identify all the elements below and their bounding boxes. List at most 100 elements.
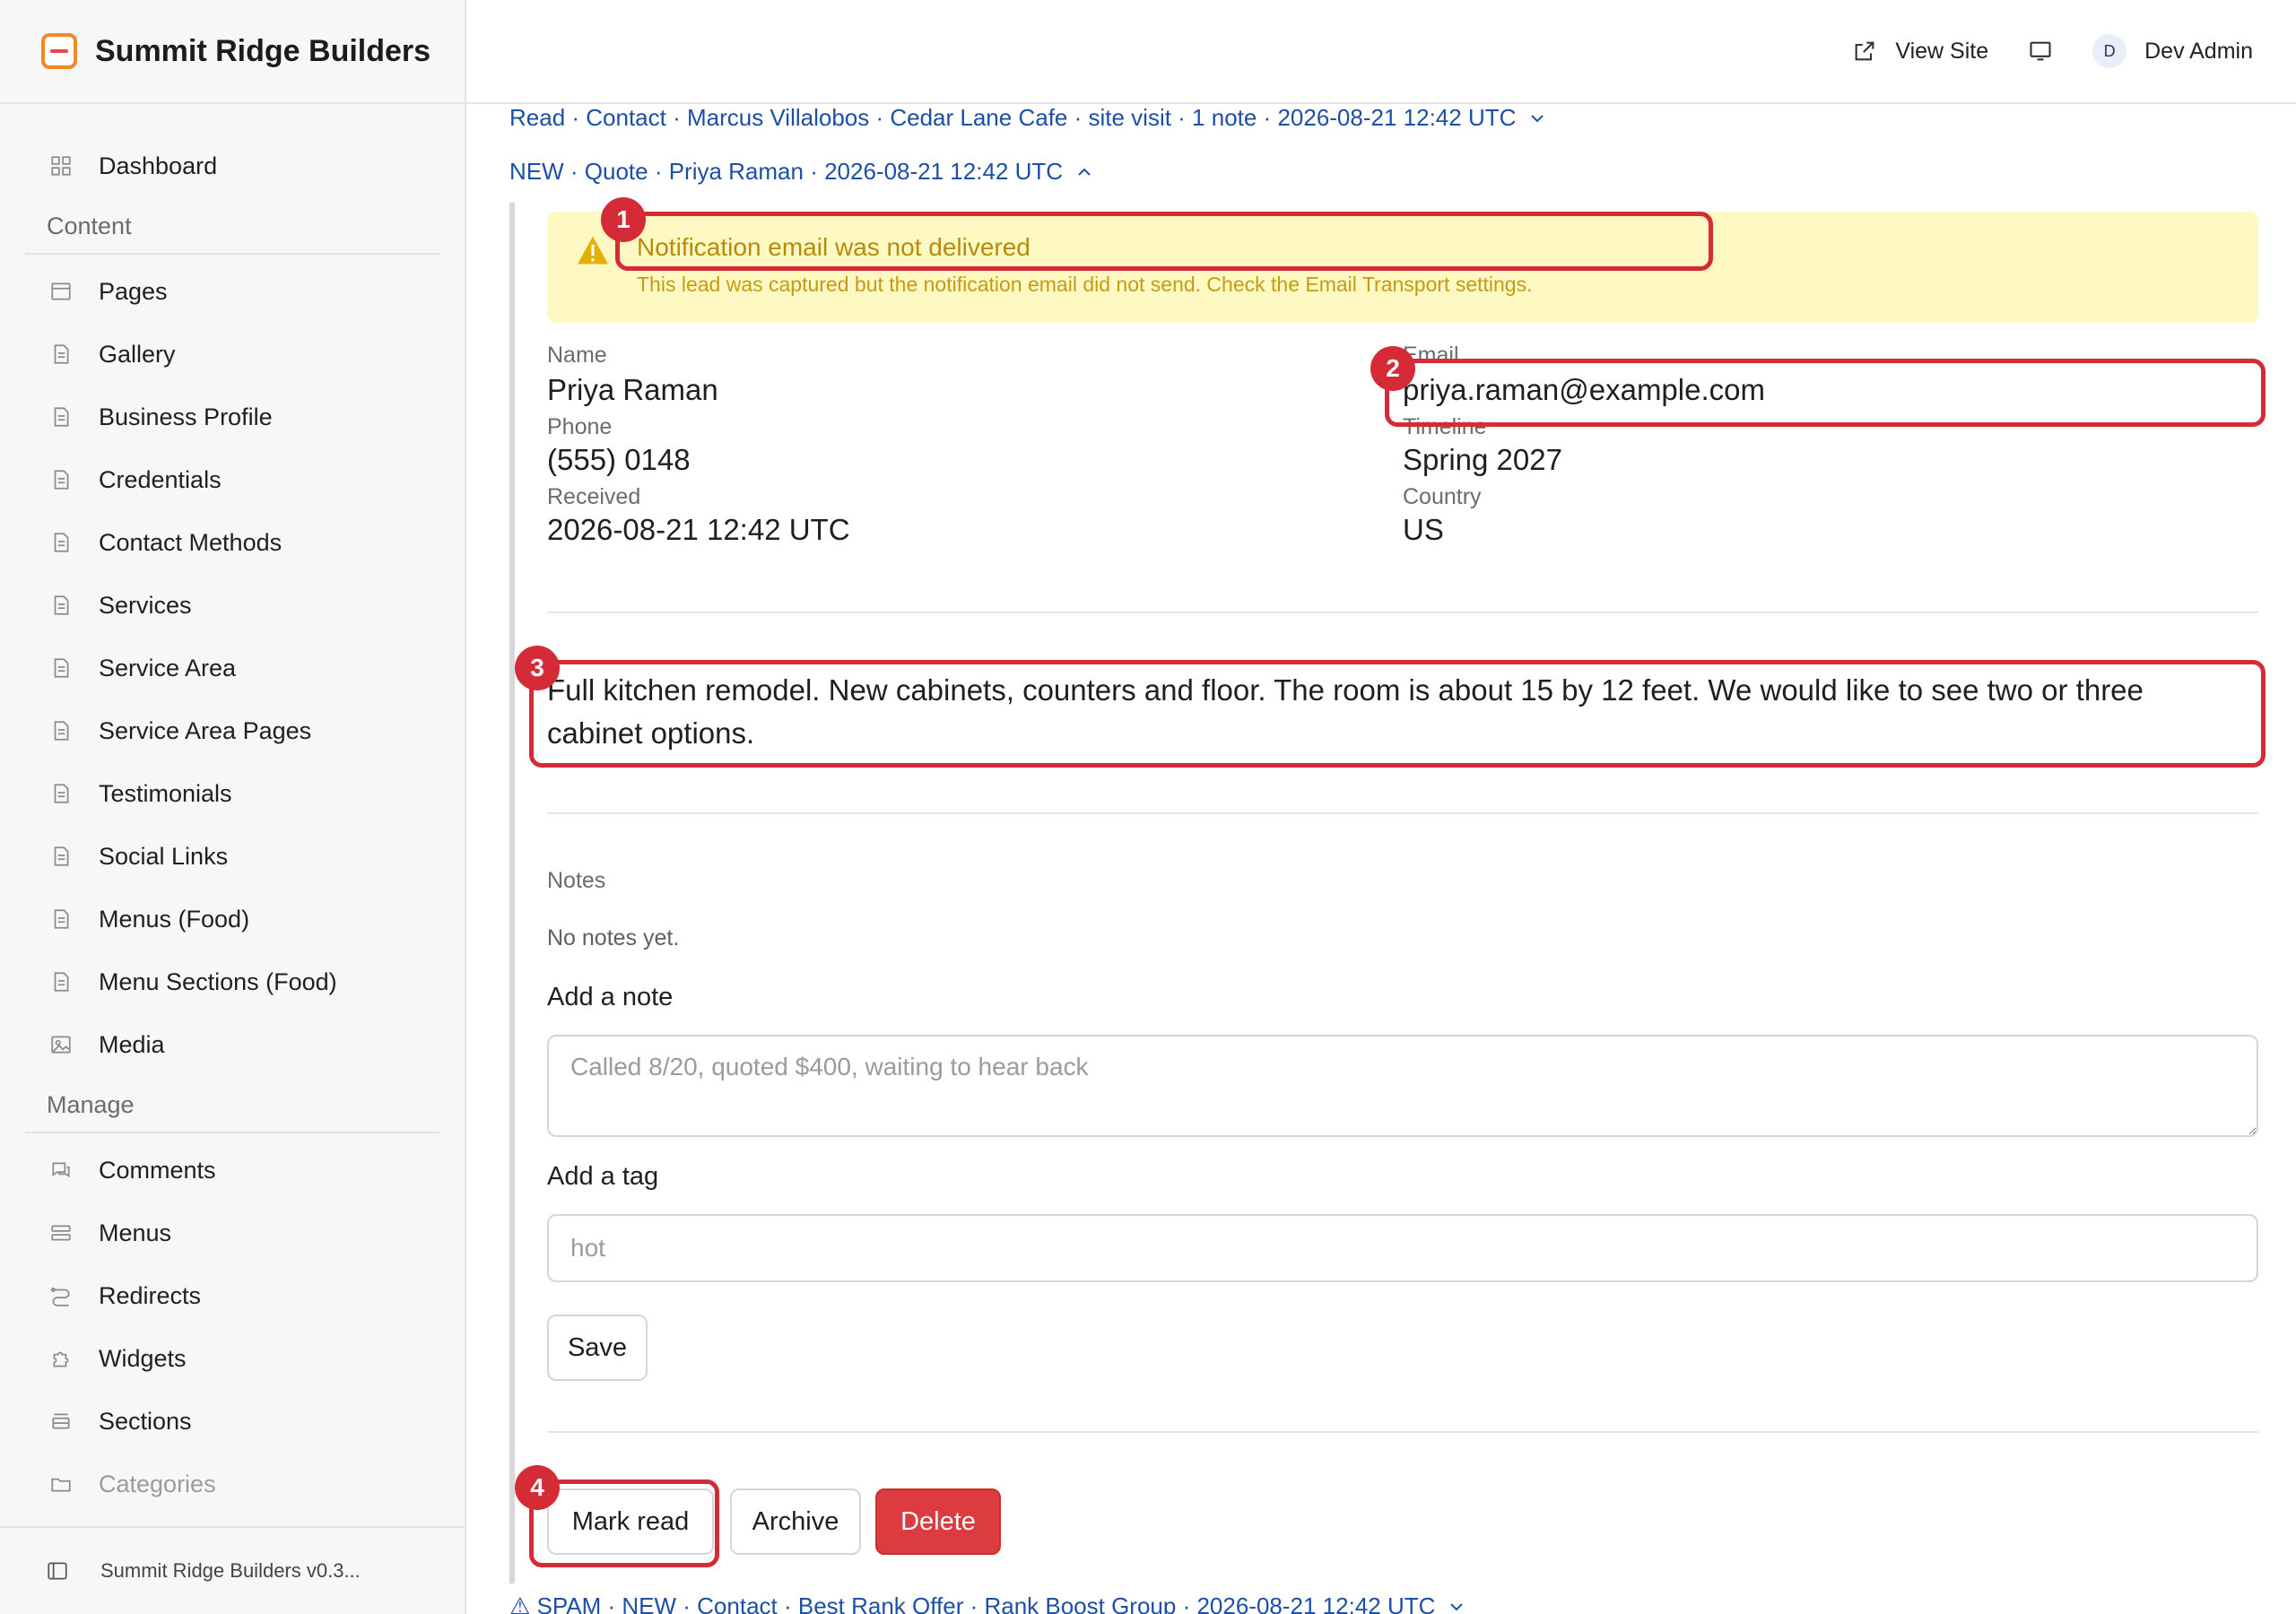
- lead-detail: Notification email was not delivered Thi…: [509, 203, 2267, 1584]
- external-link-icon: [1855, 41, 1874, 61]
- sidebar-item-label: Sections: [99, 1407, 192, 1435]
- sidebar-item-dashboard[interactable]: Dashboard: [25, 134, 439, 197]
- brand-name: Summit Ridge Builders: [95, 33, 431, 68]
- document-icon: [48, 655, 74, 681]
- alert-title: Notification email was not delivered: [637, 233, 1031, 261]
- sidebar-item-pages[interactable]: Pages: [25, 260, 439, 323]
- divider: [547, 812, 2258, 814]
- archive-button[interactable]: Archive: [730, 1488, 861, 1555]
- sidebar-item-service-area-pages[interactable]: Service Area Pages: [25, 699, 439, 762]
- image-icon: [48, 1032, 74, 1057]
- sidebar-item-label: Comments: [99, 1156, 216, 1184]
- sidebar-item-label: Redirects: [99, 1281, 202, 1309]
- sidebar-toggle-icon[interactable]: [45, 1558, 70, 1584]
- sidebar-item-media[interactable]: Media: [25, 1013, 439, 1076]
- sidebar-item-contact-methods[interactable]: Contact Methods: [25, 511, 439, 574]
- divider: [547, 612, 2258, 613]
- delete-button[interactable]: Delete: [875, 1488, 1001, 1555]
- comments-icon: [48, 1158, 74, 1183]
- lead-summary-spam[interactable]: ⚠ SPAM · NEW · Contact · Best Rank Offer…: [509, 1592, 1467, 1614]
- lead-message: Full kitchen remodel. New cabinets, coun…: [547, 673, 2144, 750]
- add-note-textarea[interactable]: [547, 1035, 2258, 1137]
- view-site-link[interactable]: View Site: [1852, 39, 1988, 65]
- menu-list-icon: [48, 1220, 74, 1245]
- page-icon: [48, 279, 74, 304]
- delivery-warning-alert: Notification email was not delivered Thi…: [547, 212, 2258, 323]
- phone-value: (555) 0148: [547, 443, 691, 476]
- sidebar-item-label: Dashboard: [99, 152, 218, 179]
- document-icon: [48, 844, 74, 869]
- user-menu[interactable]: D Dev Admin: [2092, 34, 2253, 68]
- sidebar-item-social-links[interactable]: Social Links: [25, 825, 439, 888]
- sidebar-item-label: Categories: [99, 1470, 216, 1497]
- sidebar-item-label: Contact Methods: [99, 528, 283, 556]
- email-label: Email: [1403, 343, 1459, 368]
- lead-summary-text: Read · Contact · Marcus Villalobos · Ced…: [509, 104, 1517, 131]
- user-name: Dev Admin: [2144, 38, 2253, 64]
- display-toggle-button[interactable]: [2028, 39, 2053, 64]
- sidebar-item-label: Credentials: [99, 465, 222, 493]
- document-icon: [48, 718, 74, 743]
- save-button[interactable]: Save: [547, 1315, 648, 1381]
- document-icon: [48, 342, 74, 367]
- sidebar-item-label: Service Area Pages: [99, 716, 312, 744]
- sidebar-item-label: Media: [99, 1030, 165, 1058]
- sidebar-item-widgets[interactable]: Widgets: [25, 1327, 439, 1390]
- phone-label: Phone: [547, 414, 613, 439]
- mark-read-button[interactable]: Mark read: [547, 1488, 714, 1555]
- topbar: View Site D Dev Admin: [466, 0, 2296, 104]
- sidebar-item-business-profile[interactable]: Business Profile: [25, 386, 439, 448]
- sidebar-item-label: Testimonials: [99, 779, 232, 807]
- sidebar-item-label: Pages: [99, 277, 168, 305]
- app-version: Summit Ridge Builders v0.3...: [100, 1559, 361, 1582]
- received-label: Received: [547, 484, 641, 509]
- name-value: Priya Raman: [547, 373, 718, 406]
- name-label: Name: [547, 343, 607, 368]
- folder-icon: [48, 1471, 74, 1497]
- sidebar-item-label: Business Profile: [99, 403, 273, 430]
- sidebar-item-gallery[interactable]: Gallery: [25, 323, 439, 386]
- sidebar-item-label: Social Links: [99, 842, 229, 870]
- document-icon: [48, 907, 74, 932]
- sidebar: Summit Ridge Builders Dashboard Content …: [0, 0, 466, 1614]
- document-icon: [48, 530, 74, 555]
- document-icon: [48, 781, 74, 806]
- notes-empty-text: No notes yet.: [547, 925, 680, 950]
- sidebar-item-categories[interactable]: Categories: [25, 1453, 439, 1515]
- sidebar-item-service-area[interactable]: Service Area: [25, 637, 439, 699]
- lead-summary-expanded[interactable]: NEW · Quote · Priya Raman · 2026-08-21 1…: [509, 158, 1095, 186]
- brand-header[interactable]: Summit Ridge Builders: [0, 0, 465, 104]
- sidebar-section-content: Content: [25, 204, 439, 255]
- monitor-icon: [2030, 41, 2051, 61]
- lead-summary-text: ⚠ SPAM · NEW · Contact · Best Rank Offer…: [509, 1592, 1436, 1614]
- sidebar-item-menus[interactable]: Menus: [25, 1202, 439, 1264]
- chevron-down-icon: [1531, 114, 1544, 122]
- sidebar-item-sections[interactable]: Sections: [25, 1390, 439, 1453]
- sidebar-item-redirects[interactable]: Redirects: [25, 1264, 439, 1327]
- document-icon: [48, 969, 74, 994]
- lead-summary-collapsed[interactable]: Read · Contact · Marcus Villalobos · Ced…: [509, 104, 1548, 132]
- divider: [547, 1431, 2258, 1433]
- sidebar-item-menus-food[interactable]: Menus (Food): [25, 888, 439, 950]
- view-site-label: View Site: [1895, 38, 1989, 64]
- chevron-down-icon: [1450, 1602, 1464, 1610]
- sidebar-item-credentials[interactable]: Credentials: [25, 448, 439, 511]
- grid-icon: [48, 153, 74, 178]
- add-note-label: Add a note: [547, 983, 674, 1011]
- document-icon: [48, 593, 74, 618]
- brand-logo-icon: [41, 33, 77, 69]
- sidebar-item-comments[interactable]: Comments: [25, 1139, 439, 1202]
- timeline-value: Spring 2027: [1403, 443, 1562, 476]
- add-tag-input[interactable]: [547, 1214, 2258, 1282]
- notes-label: Notes: [547, 868, 606, 893]
- received-value: 2026-08-21 12:42 UTC: [547, 513, 850, 546]
- timeline-label: Timeline: [1403, 414, 1487, 439]
- avatar: D: [2092, 34, 2127, 68]
- email-value[interactable]: priya.raman@example.com: [1403, 373, 1765, 407]
- sidebar-item-menu-sections-food[interactable]: Menu Sections (Food): [25, 950, 439, 1013]
- redirect-icon: [48, 1283, 74, 1308]
- sidebar-section-manage: Manage: [25, 1083, 439, 1133]
- sidebar-item-label: Widgets: [99, 1344, 187, 1372]
- sidebar-item-services[interactable]: Services: [25, 574, 439, 637]
- sidebar-item-testimonials[interactable]: Testimonials: [25, 762, 439, 825]
